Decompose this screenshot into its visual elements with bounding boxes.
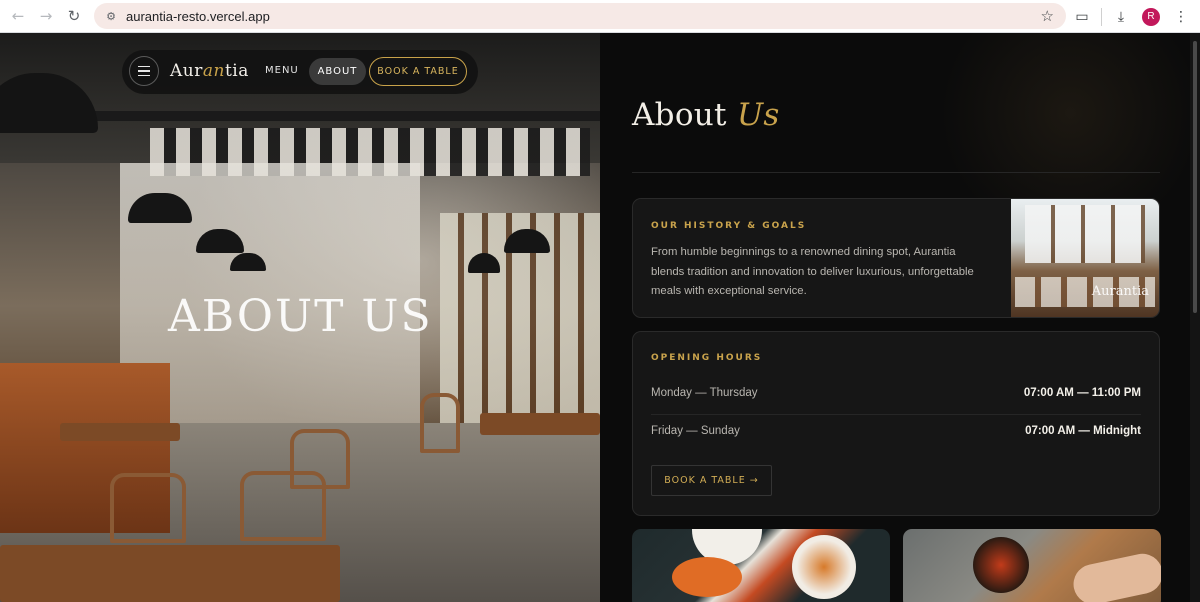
hours-time: 07:00 AM — Midnight bbox=[1025, 425, 1141, 437]
hours-label: OPENING HOURS bbox=[651, 353, 763, 363]
page-title-accent: Us bbox=[736, 97, 780, 133]
bookmark-star-icon[interactable]: ☆ bbox=[1041, 7, 1054, 25]
hours-divider bbox=[651, 414, 1141, 415]
avatar: R bbox=[1142, 7, 1160, 26]
dining-table bbox=[0, 545, 340, 602]
dining-table bbox=[60, 423, 180, 441]
page-title: About Us bbox=[632, 97, 780, 133]
download-icon[interactable]: ⤓ bbox=[1106, 2, 1136, 32]
reload-icon[interactable]: ↻ bbox=[60, 2, 88, 30]
skillet bbox=[973, 537, 1029, 593]
hours-day: Monday — Thursday bbox=[651, 387, 758, 399]
history-text: From humble beginnings to a renowned din… bbox=[651, 246, 974, 297]
browser-toolbar: ← → ↻ ⚙ aurantia-resto.vercel.app ☆ ▭ ⤓ … bbox=[0, 0, 1200, 33]
forward-icon[interactable]: → bbox=[32, 2, 60, 30]
cast-icon[interactable]: ▭ bbox=[1067, 2, 1097, 32]
hero-image: ABOUT US Aurantia MENU ABOUT BOOK A TABL… bbox=[0, 33, 600, 602]
opening-hours-card: OPENING HOURS Monday — Thursday 07:00 AM… bbox=[632, 331, 1160, 516]
address-bar[interactable]: ⚙ aurantia-resto.vercel.app ☆ bbox=[94, 3, 1066, 29]
food-photo-skillet bbox=[903, 529, 1161, 602]
brand-logo[interactable]: Aurantia bbox=[170, 61, 249, 81]
hours-row: Friday — Sunday 07:00 AM — Midnight bbox=[651, 422, 1141, 442]
hamburger-menu-icon[interactable] bbox=[129, 56, 159, 86]
plate bbox=[792, 535, 856, 599]
kebab-menu-icon[interactable]: ⋮ bbox=[1166, 2, 1196, 32]
profile-button[interactable]: R bbox=[1136, 2, 1166, 32]
about-panel: About Us OUR HISTORY & GOALS From humble… bbox=[600, 33, 1200, 602]
brand-start: Aur bbox=[170, 61, 203, 81]
heading-divider bbox=[632, 172, 1160, 173]
brand-end: tia bbox=[224, 61, 249, 81]
hand bbox=[1069, 550, 1161, 602]
history-card: OUR HISTORY & GOALS From humble beginnin… bbox=[632, 198, 1160, 318]
hours-row: Monday — Thursday 07:00 AM — 11:00 PM bbox=[651, 384, 1141, 404]
floating-nav: Aurantia MENU ABOUT BOOK A TABLE bbox=[122, 50, 478, 94]
hours-time: 07:00 AM — 11:00 PM bbox=[1023, 387, 1141, 399]
browser-actions: ▭ ⤓ R ⋮ bbox=[1067, 0, 1200, 33]
scrollbar[interactable] bbox=[1190, 33, 1200, 602]
brand-accent: an bbox=[202, 61, 225, 81]
chair bbox=[110, 473, 186, 543]
food-photo-burgers bbox=[632, 529, 890, 602]
dining-table bbox=[480, 413, 600, 435]
nav-book-table-button[interactable]: BOOK A TABLE bbox=[369, 57, 467, 86]
nav-menu-link[interactable]: MENU bbox=[265, 65, 299, 76]
hero-title: ABOUT US bbox=[168, 291, 433, 342]
chair bbox=[290, 429, 350, 489]
page-title-main: About bbox=[632, 97, 727, 133]
toolbar-divider bbox=[1101, 7, 1102, 26]
chair bbox=[420, 393, 460, 453]
book-table-button[interactable]: BOOK A TABLE → bbox=[651, 465, 772, 496]
history-label: OUR HISTORY & GOALS bbox=[651, 221, 807, 231]
scrollbar-thumb[interactable] bbox=[1193, 41, 1197, 313]
nav-about-link[interactable]: ABOUT bbox=[309, 58, 366, 85]
back-icon[interactable]: ← bbox=[4, 2, 32, 30]
image-watermark: Aurantia bbox=[1091, 284, 1149, 299]
restaurant-interior-image: Aurantia bbox=[1011, 199, 1159, 317]
hours-day: Friday — Sunday bbox=[651, 425, 740, 437]
site-settings-icon[interactable]: ⚙ bbox=[104, 9, 118, 23]
url-text[interactable]: aurantia-resto.vercel.app bbox=[126, 9, 270, 24]
fries bbox=[672, 557, 742, 597]
thumb-window bbox=[1025, 205, 1145, 263]
